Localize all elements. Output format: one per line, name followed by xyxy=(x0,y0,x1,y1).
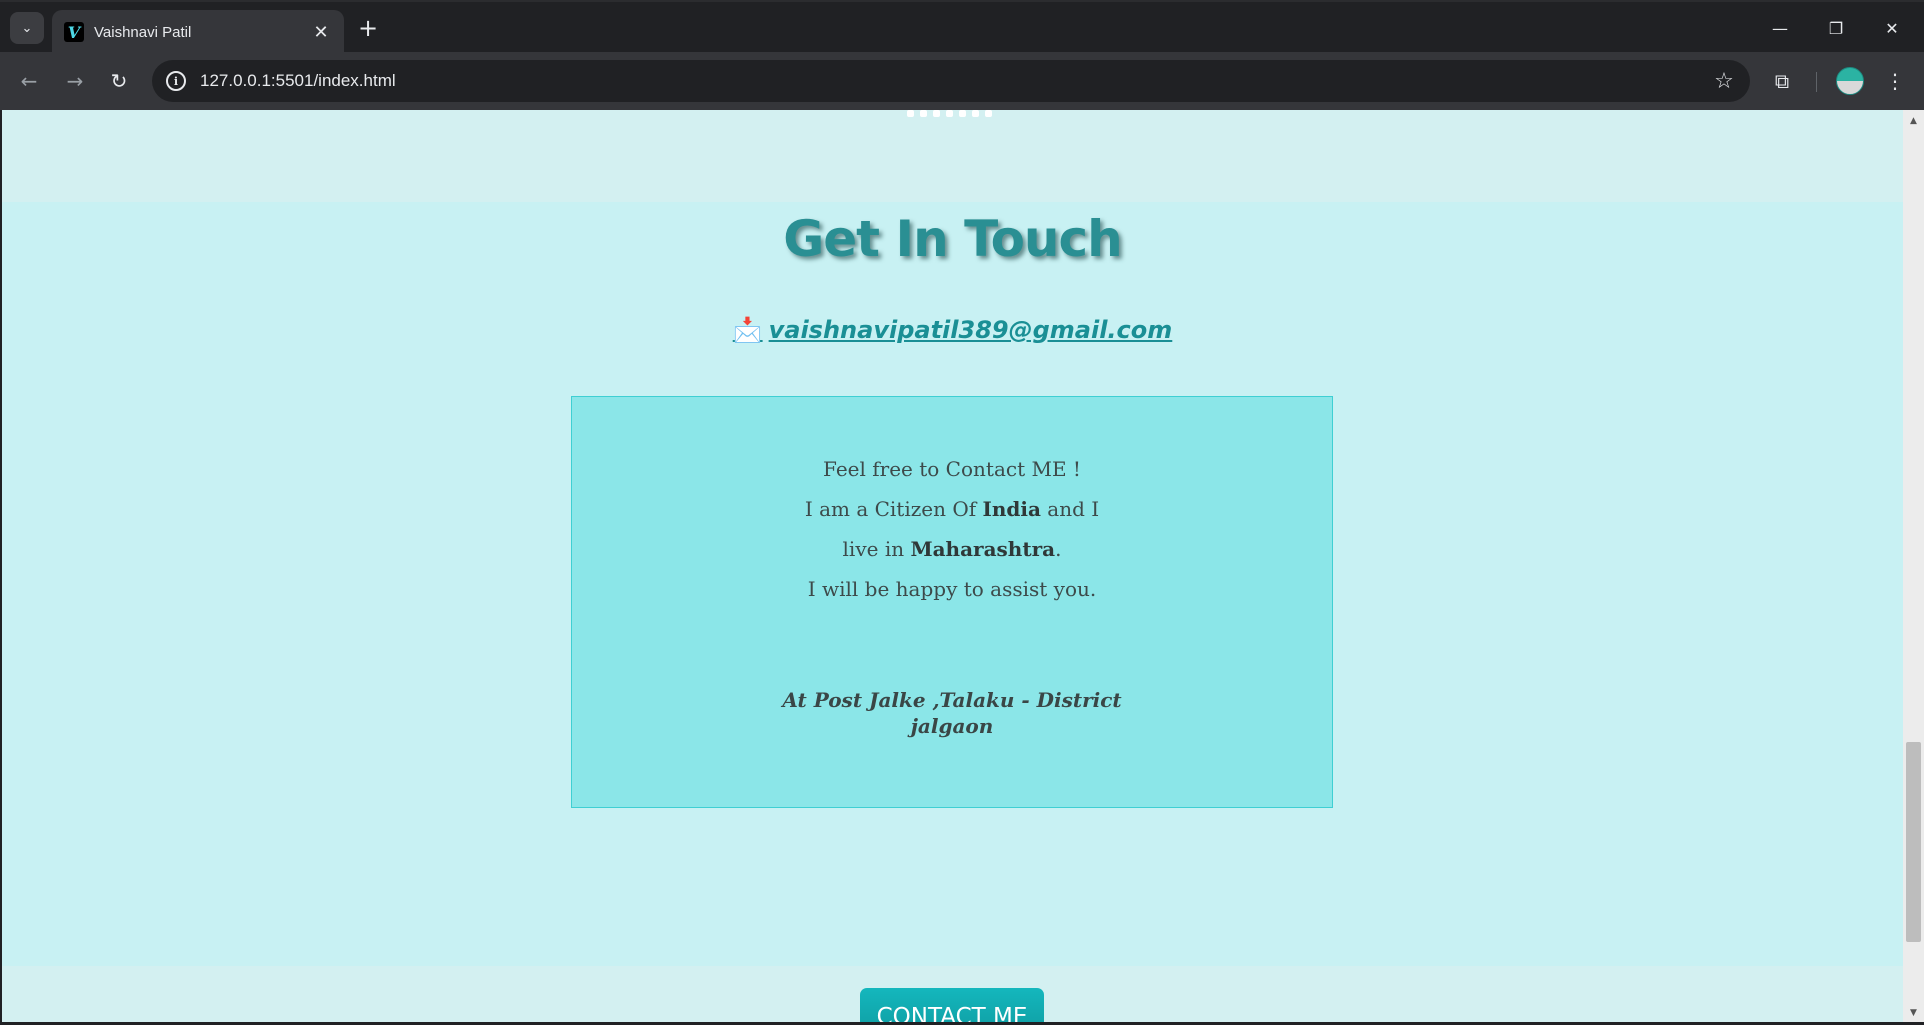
close-window-button[interactable]: ✕ xyxy=(1864,8,1920,48)
toolbar-divider xyxy=(1816,72,1817,92)
profile-avatar[interactable] xyxy=(1836,67,1864,95)
scroll-thumb[interactable] xyxy=(1906,742,1921,942)
card-line: live in Maharashtra. xyxy=(842,537,1062,561)
address-bar[interactable]: i 127.0.0.1:5501/index.html ☆ xyxy=(152,60,1750,102)
extensions-button[interactable]: ⧉ xyxy=(1765,64,1799,98)
back-button[interactable]: ← xyxy=(12,64,46,98)
site-info-icon[interactable]: i xyxy=(166,71,186,91)
browser-menu-button[interactable]: ⋮ xyxy=(1878,64,1912,98)
contact-me-button[interactable]: CONTACT ME xyxy=(860,988,1044,1022)
card-line: Feel free to Contact ME ! xyxy=(823,457,1081,481)
card-line: I will be happy to assist you. xyxy=(807,577,1097,601)
section-heading: Get In Touch xyxy=(783,210,1123,268)
card-text: Feel free to Contact ME ! I am a Citizen… xyxy=(572,449,1332,609)
scroll-down-icon[interactable]: ▼ xyxy=(1903,1008,1924,1018)
decorative-dots xyxy=(907,110,992,117)
site-favicon-icon: V xyxy=(64,22,84,42)
tab-strip: ⌄ V Vaishnavi Patil ✕ + — ❐ ✕ xyxy=(0,0,1924,54)
page-viewport: Get In Touch 📩 vaishnavipatil389@gmail.co… xyxy=(2,110,1903,1022)
close-icon: ✕ xyxy=(1885,18,1899,38)
tab-title: Vaishnavi Patil xyxy=(94,23,192,41)
minimize-icon: — xyxy=(1772,18,1788,38)
page-scrollbar[interactable]: ▲ ▼ xyxy=(1903,110,1924,1022)
reload-button[interactable]: ↻ xyxy=(102,64,136,98)
restore-icon: ❐ xyxy=(1828,18,1844,38)
contact-section: Get In Touch 📩 vaishnavipatil389@gmail.co… xyxy=(2,202,1903,1022)
card-line: I am a Citizen Of India and I xyxy=(804,497,1100,521)
new-tab-button[interactable]: + xyxy=(352,12,384,44)
restore-button[interactable]: ❐ xyxy=(1808,8,1864,48)
url-text[interactable]: 127.0.0.1:5501/index.html xyxy=(200,71,1704,91)
reload-icon: ↻ xyxy=(110,69,128,93)
bookmark-star-icon[interactable]: ☆ xyxy=(1704,69,1744,94)
arrow-right-icon: → xyxy=(66,69,84,93)
arrow-left-icon: ← xyxy=(20,69,38,93)
kebab-menu-icon: ⋮ xyxy=(1885,69,1905,93)
tab-close-icon[interactable]: ✕ xyxy=(310,22,332,43)
active-tab[interactable]: V Vaishnavi Patil ✕ xyxy=(52,10,344,54)
chevron-down-icon: ⌄ xyxy=(21,20,33,36)
forward-button[interactable]: → xyxy=(58,64,92,98)
browser-toolbar: ← → ↻ i 127.0.0.1:5501/index.html ☆ ⧉ ⋮ xyxy=(0,52,1924,110)
puzzle-icon: ⧉ xyxy=(1774,69,1790,93)
email-address: vaishnavipatil389@gmail.com xyxy=(768,316,1173,344)
minimize-button[interactable]: — xyxy=(1752,8,1808,48)
plus-icon: + xyxy=(357,14,379,42)
tab-search-button[interactable]: ⌄ xyxy=(10,12,44,44)
address-text: At Post Jalke ,Talaku - District jalgaon xyxy=(782,688,1122,738)
email-link[interactable]: 📩 vaishnavipatil389@gmail.com xyxy=(2,316,1903,344)
scroll-up-icon[interactable]: ▲ xyxy=(1903,116,1924,126)
contact-info-card: Feel free to Contact ME ! I am a Citizen… xyxy=(571,396,1333,808)
mail-icon: 📩 xyxy=(732,316,763,344)
